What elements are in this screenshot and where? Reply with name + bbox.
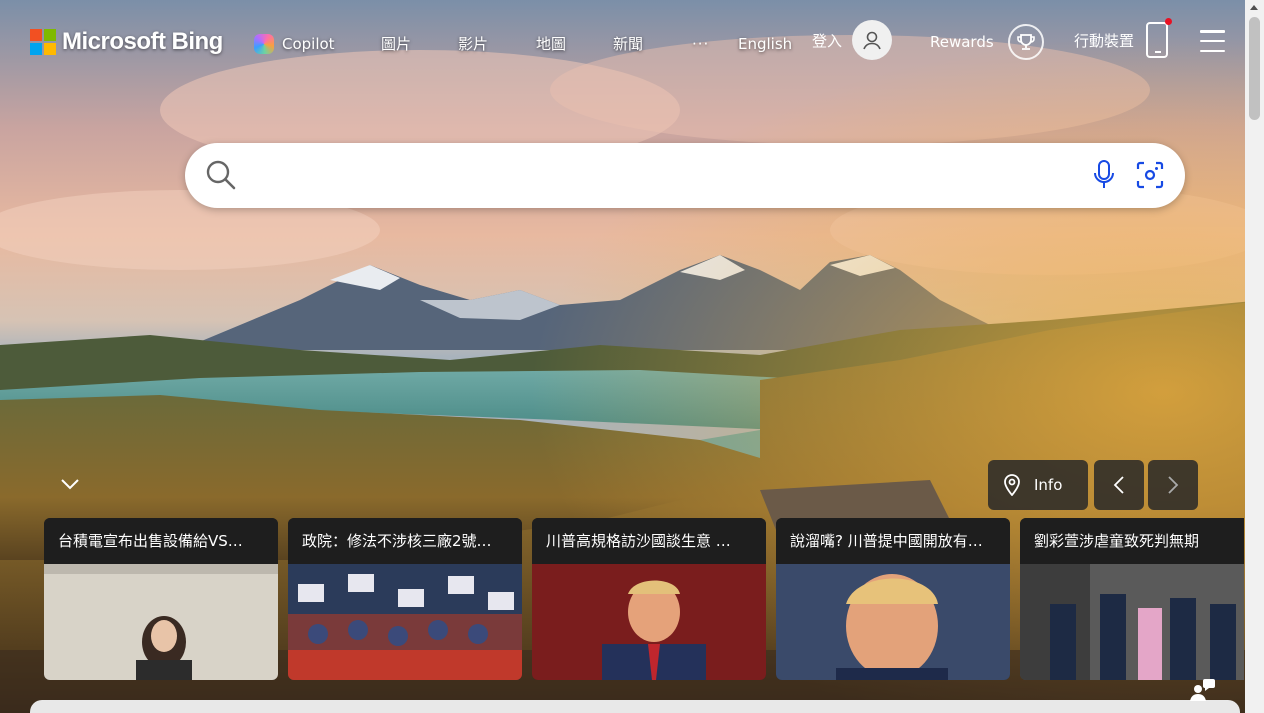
news-carousel: 台積電宣布出售設備給VS… 政院：修法不涉核三廠2號… 川普高規格訪沙國談生意 … bbox=[44, 518, 1244, 680]
scrollbar-thumb[interactable] bbox=[1249, 17, 1260, 120]
feedback-button[interactable] bbox=[1180, 670, 1224, 710]
news-card-image[interactable] bbox=[776, 564, 1010, 680]
trophy-icon bbox=[1007, 24, 1044, 60]
nav-images[interactable]: 圖片 bbox=[381, 30, 411, 58]
mobile-label: 行動裝置 bbox=[1074, 31, 1135, 50]
news-card-title[interactable]: 說溜嘴? 川普提中國開放有… bbox=[776, 518, 1010, 564]
news-card[interactable]: 台積電宣布出售設備給VS… bbox=[44, 518, 278, 680]
nav-more[interactable]: ··· bbox=[692, 30, 709, 58]
news-card[interactable]: 川普高規格訪沙國談生意 … bbox=[532, 518, 766, 680]
feed-panel-edge bbox=[30, 700, 1240, 713]
signin-label: 登入 bbox=[812, 31, 843, 50]
search-input[interactable] bbox=[245, 157, 1080, 193]
news-card-image[interactable] bbox=[532, 564, 766, 680]
news-card-image[interactable] bbox=[44, 564, 278, 680]
microphone-icon[interactable] bbox=[1093, 159, 1115, 195]
search-box bbox=[185, 143, 1185, 208]
visual-search-icon[interactable] bbox=[1135, 160, 1165, 194]
feedback-icon bbox=[1190, 679, 1215, 701]
user-icon bbox=[852, 20, 893, 60]
nav-copilot-label: Copilot bbox=[282, 35, 335, 53]
nav-news[interactable]: 新聞 bbox=[613, 30, 643, 58]
bing-logo[interactable]: Microsoft Bing bbox=[30, 26, 223, 58]
news-card-image[interactable] bbox=[288, 564, 522, 680]
nav-maps[interactable]: 地圖 bbox=[536, 30, 566, 58]
nav-english[interactable]: English bbox=[738, 30, 792, 58]
top-header: Microsoft Bing Copilot 圖片 影片 地圖 新聞 ··· En… bbox=[0, 0, 1245, 80]
rewards-label: Rewards bbox=[930, 33, 994, 51]
info-label: Info bbox=[1034, 476, 1063, 494]
logo-microsoft-text: Microsoft bbox=[62, 28, 166, 55]
news-card-title[interactable]: 台積電宣布出售設備給VS… bbox=[44, 518, 278, 564]
location-pin-icon bbox=[1004, 474, 1020, 496]
news-card-image[interactable] bbox=[1020, 564, 1244, 680]
mobile-button[interactable]: 行動裝置 bbox=[1074, 18, 1173, 58]
news-card-title[interactable]: 劉彩萱涉虐童致死判無期 bbox=[1020, 518, 1244, 564]
nav-videos[interactable]: 影片 bbox=[458, 30, 488, 58]
copilot-icon bbox=[254, 34, 274, 54]
hamburger-menu-icon[interactable] bbox=[1200, 30, 1225, 52]
logo-text: Microsoft Bing bbox=[62, 28, 223, 56]
phone-icon bbox=[1146, 18, 1173, 58]
previous-image-button[interactable] bbox=[1094, 460, 1144, 510]
rewards-button[interactable]: Rewards bbox=[930, 24, 1044, 60]
news-card-title[interactable]: 政院：修法不涉核三廠2號… bbox=[288, 518, 522, 564]
news-card[interactable]: 說溜嘴? 川普提中國開放有… bbox=[776, 518, 1010, 680]
page-scrollbar[interactable] bbox=[1245, 0, 1264, 713]
microsoft-logo-icon bbox=[30, 29, 56, 55]
image-info-button[interactable]: Info bbox=[988, 460, 1088, 510]
collapse-feed-button[interactable] bbox=[46, 460, 94, 508]
chevron-right-icon bbox=[1168, 476, 1179, 494]
nav-copilot[interactable]: Copilot bbox=[254, 30, 335, 58]
chevron-down-icon bbox=[61, 479, 79, 490]
chevron-left-icon bbox=[1113, 476, 1124, 494]
search-icon[interactable] bbox=[205, 159, 237, 195]
scroll-up-arrow[interactable] bbox=[1250, 5, 1258, 10]
news-card[interactable]: 劉彩萱涉虐童致死判無期 bbox=[1020, 518, 1244, 680]
next-image-button[interactable] bbox=[1148, 460, 1198, 510]
signin-button[interactable]: 登入 bbox=[812, 20, 893, 60]
logo-bing-text: Bing bbox=[171, 28, 224, 55]
news-card[interactable]: 政院：修法不涉核三廠2號… bbox=[288, 518, 522, 680]
news-card-title[interactable]: 川普高規格訪沙國談生意 … bbox=[532, 518, 766, 564]
notification-dot bbox=[1165, 18, 1173, 25]
